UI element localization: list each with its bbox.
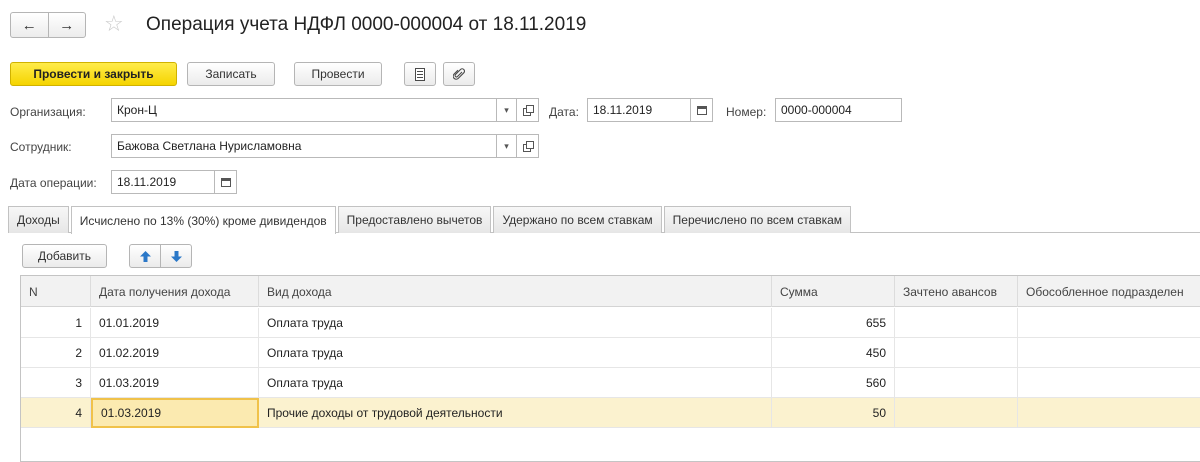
move-down-arrow-icon[interactable] [160,245,191,267]
tab-calculated-13-percent[interactable]: Исчислено по 13% (30%) кроме дивидендов [70,206,336,234]
table-row[interactable]: 3 01.03.2019 Оплата труда 560 [21,368,1200,398]
cell-sum[interactable]: 50 [772,398,895,428]
favorite-star-icon[interactable]: ☆ [104,11,124,37]
post-and-close-button[interactable]: Провести и закрыть [10,62,177,86]
report-button[interactable] [404,62,436,86]
move-up-arrow-icon[interactable] [130,245,160,267]
organization-label: Организация: [10,105,86,119]
employee-label: Сотрудник: [10,140,72,154]
table-row[interactable]: 2 01.02.2019 Оплата труда 450 [21,338,1200,368]
back-arrow-icon[interactable]: ← [11,13,48,37]
employee-field[interactable]: Бажова Светлана Нурисламовна [111,134,497,158]
employee-open-button[interactable] [517,134,539,158]
forward-arrow-icon[interactable]: → [47,13,86,37]
column-header-n[interactable]: N [21,276,91,307]
save-button[interactable]: Записать [187,62,275,86]
open-icon [522,141,534,152]
income-table: N Дата получения дохода Вид дохода Сумма… [20,275,1200,462]
table-row[interactable]: 1 01.01.2019 Оплата труда 655 [21,308,1200,338]
cell-advances[interactable] [895,308,1018,338]
date-label: Дата: [549,105,579,119]
tab-income[interactable]: Доходы [8,206,69,233]
cell-income-type[interactable]: Оплата труда [259,308,772,338]
cell-n: 2 [21,338,91,368]
cell-division[interactable] [1018,308,1200,338]
operation-date-label: Дата операции: [10,176,97,190]
cell-sum[interactable]: 560 [772,368,895,398]
operation-date-calendar-button[interactable] [215,170,237,194]
tab-deductions[interactable]: Предоставлено вычетов [337,206,492,233]
cell-n: 1 [21,308,91,338]
document-icon [415,67,425,81]
cell-date[interactable]: 01.03.2019 [91,368,259,398]
number-field[interactable]: 0000-000004 [775,98,902,122]
tab-bar: Доходы Исчислено по 13% (30%) кроме диви… [8,206,853,234]
organization-dropdown-button[interactable]: ▾ [497,98,517,122]
cell-income-type[interactable]: Прочие доходы от трудовой деятельности [259,398,772,428]
cell-date[interactable]: 01.02.2019 [91,338,259,368]
calendar-icon [220,177,231,187]
organization-open-button[interactable] [517,98,539,122]
cell-division[interactable] [1018,338,1200,368]
column-header-advances[interactable]: Зачтено авансов [895,276,1018,307]
calendar-icon [696,105,707,115]
cell-advances[interactable] [895,368,1018,398]
table-header: N Дата получения дохода Вид дохода Сумма… [21,276,1200,307]
paperclip-icon [453,67,465,80]
column-header-date[interactable]: Дата получения дохода [91,276,259,307]
date-field[interactable]: 18.11.2019 [587,98,691,122]
date-calendar-button[interactable] [691,98,713,122]
cell-advances[interactable] [895,398,1018,428]
cell-date[interactable]: 01.01.2019 [91,308,259,338]
add-row-button[interactable]: Добавить [22,244,107,268]
cell-n: 4 [21,398,91,428]
page-title: Операция учета НДФЛ 0000-000004 от 18.11… [146,14,587,35]
cell-division[interactable] [1018,398,1200,428]
cell-date-focused[interactable]: 01.03.2019 [91,398,259,428]
tab-transferred[interactable]: Перечислено по всем ставкам [663,206,852,233]
attach-button[interactable] [443,62,475,86]
cell-income-type[interactable]: Оплата труда [259,338,772,368]
table-row-selected[interactable]: 4 01.03.2019 Прочие доходы от трудовой д… [21,398,1200,428]
cell-advances[interactable] [895,338,1018,368]
post-button[interactable]: Провести [294,62,382,86]
operation-date-field[interactable]: 18.11.2019 [111,170,215,194]
chevron-down-icon: ▾ [504,140,509,151]
navigation-buttons: ← → [10,12,86,38]
cell-sum[interactable]: 450 [772,338,895,368]
column-header-income-type[interactable]: Вид дохода [259,276,772,307]
column-header-division[interactable]: Обособленное подразделен [1018,276,1200,307]
cell-sum[interactable]: 655 [772,308,895,338]
column-header-sum[interactable]: Сумма [772,276,895,307]
chevron-down-icon: ▾ [504,104,509,115]
cell-n: 3 [21,368,91,398]
move-buttons [129,244,192,268]
open-icon [522,105,534,116]
cell-division[interactable] [1018,368,1200,398]
number-label: Номер: [726,105,767,119]
cell-income-type[interactable]: Оплата труда [259,368,772,398]
organization-field[interactable]: Крон-Ц [111,98,497,122]
employee-dropdown-button[interactable]: ▾ [497,134,517,158]
tab-withheld[interactable]: Удержано по всем ставкам [493,206,662,233]
